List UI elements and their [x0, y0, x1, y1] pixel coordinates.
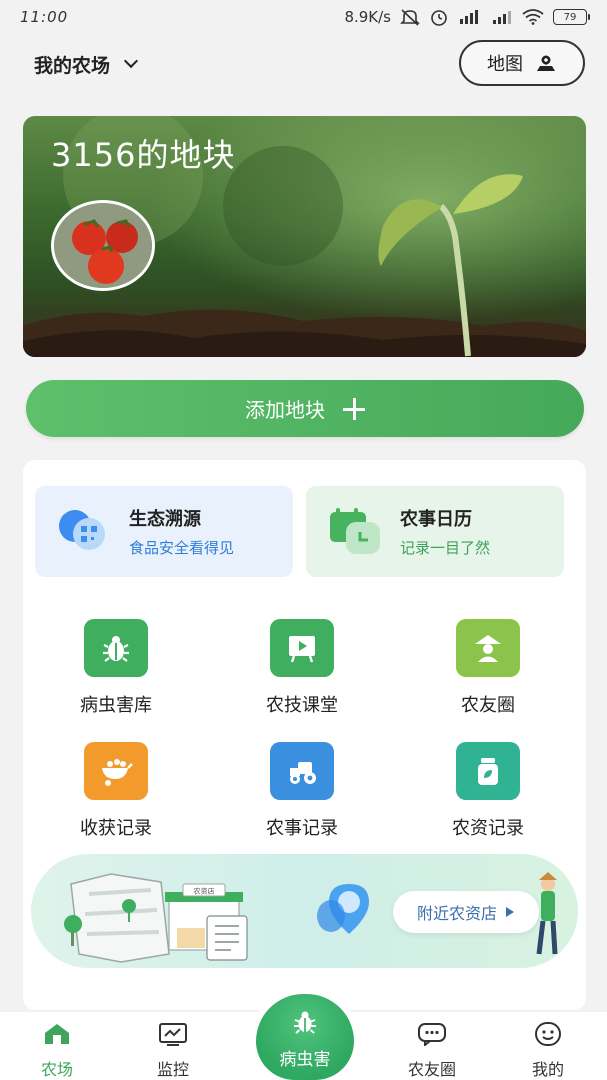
status-time: 11:00: [20, 8, 69, 26]
store-sign-label: 农资店: [194, 887, 215, 896]
hd-signal-icon: [460, 10, 478, 24]
tractor-icon: [270, 742, 334, 800]
bug-icon: [294, 1011, 316, 1034]
plus-icon: [343, 397, 365, 420]
eco-trace-subtitle: 食品安全看得见: [129, 539, 235, 557]
grid-item-supplies-record[interactable]: 农资记录: [413, 742, 563, 840]
plot-banner[interactable]: 3156的地块: [23, 116, 586, 357]
grid-label: 农事记录: [266, 818, 338, 839]
farmer-icon: [456, 619, 520, 677]
mute-icon: [400, 9, 420, 26]
grid-label: 收获记录: [80, 818, 152, 839]
harvest-cart-icon: [84, 742, 148, 800]
farm-name: 我的农场: [34, 54, 111, 77]
farm-calendar-card[interactable]: 农事日历 记录一目了然: [306, 486, 564, 577]
map-button[interactable]: 地图: [459, 40, 585, 86]
services-card: 生态溯源 食品安全看得见 农事日历 记录一目了然 病虫害库 农技课堂 农友圈 收…: [23, 460, 586, 1010]
nav-label: 我的: [531, 1060, 564, 1079]
home-icon: [45, 1024, 69, 1044]
battery-icon: 79: [553, 9, 590, 25]
grid-label: 农资记录: [452, 818, 524, 839]
monitor-icon: [159, 1023, 187, 1046]
jar-icon: [456, 742, 520, 800]
wifi-icon: [522, 9, 544, 25]
grid-label: 农技课堂: [266, 695, 338, 716]
nearby-store-button[interactable]: 附近农资店: [393, 891, 539, 933]
grid-item-farmer-circle[interactable]: 农友圈: [413, 619, 563, 717]
nav-item-community[interactable]: 农友圈: [387, 1022, 477, 1080]
calendar-icon: [326, 502, 386, 562]
alarm-icon: [431, 10, 447, 26]
play-arrow-icon: [506, 907, 514, 917]
eco-trace-title: 生态溯源: [129, 509, 201, 530]
farm-selector[interactable]: 我的农场: [34, 48, 139, 80]
chevron-down-icon: [123, 53, 139, 69]
network-speed: 8.9K/s: [344, 8, 391, 26]
grid-item-harvest-record[interactable]: 收获记录: [41, 742, 191, 840]
signal-icon: [493, 11, 511, 24]
plot-title: 3156的地块: [51, 136, 236, 174]
grid-label: 农友圈: [461, 695, 515, 716]
map-location-icon: [537, 55, 555, 71]
qr-trace-icon: [55, 502, 115, 562]
nav-item-farm[interactable]: 农场: [12, 1022, 102, 1080]
nav-label: 农场: [40, 1060, 73, 1079]
nav-item-monitor[interactable]: 监控: [128, 1022, 218, 1080]
nav-label: 农友圈: [407, 1060, 456, 1079]
chat-icon: [418, 1023, 446, 1048]
nav-item-pest[interactable]: 病虫害: [256, 994, 354, 1080]
nearby-store-banner[interactable]: 农资店 附近农资店: [31, 854, 578, 968]
plot-avatar[interactable]: [51, 200, 155, 291]
add-plot-label: 添加地块: [245, 398, 325, 422]
battery-level: 79: [563, 11, 577, 23]
farm-calendar-subtitle: 记录一目了然: [400, 539, 491, 557]
nav-label: 病虫害: [279, 1050, 331, 1070]
nav-label: 监控: [156, 1060, 189, 1079]
grid-label: 病虫害库: [80, 695, 152, 716]
video-board-icon: [270, 619, 334, 677]
eco-trace-card[interactable]: 生态溯源 食品安全看得见: [35, 486, 293, 577]
farm-calendar-title: 农事日历: [400, 509, 472, 530]
nav-item-mine[interactable]: 我的: [503, 1022, 593, 1080]
nearby-store-label: 附近农资店: [416, 904, 497, 923]
grid-item-tech-class[interactable]: 农技课堂: [227, 619, 377, 717]
add-plot-button[interactable]: 添加地块: [26, 380, 584, 437]
map-label: 地图: [487, 54, 523, 75]
grid-item-pest-library[interactable]: 病虫害库: [41, 619, 191, 717]
grid-item-farm-work-record[interactable]: 农事记录: [227, 742, 377, 840]
smile-icon: [535, 1022, 561, 1046]
bug-icon: [84, 619, 148, 677]
status-bar: 11:00 8.9K/s 79: [0, 0, 607, 34]
